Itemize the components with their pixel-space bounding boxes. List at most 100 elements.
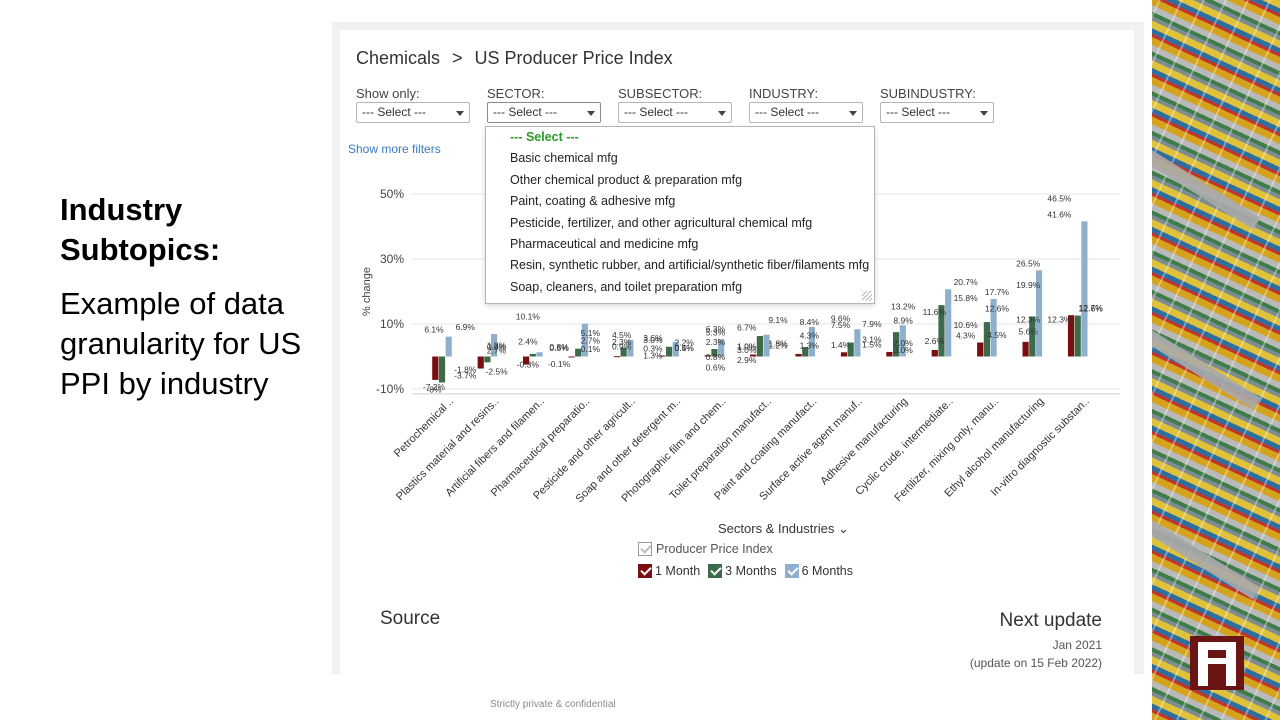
dropdown-option-other-chemical[interactable]: Other chemical product & preparation mfg <box>486 170 874 191</box>
data-label: 5.6% <box>1018 326 1038 336</box>
breadcrumb-item-chemicals[interactable]: Chemicals <box>356 48 440 69</box>
data-label: 9.1% <box>768 315 788 325</box>
data-label: 2.9% <box>737 355 757 365</box>
data-label: 6.1% <box>424 325 444 335</box>
resize-grip-icon[interactable] <box>862 291 872 301</box>
checkbox-icon <box>708 564 723 578</box>
bar-3-months[interactable] <box>484 356 491 363</box>
dropdown-option-basic-chemical[interactable]: Basic chemical mfg <box>486 148 874 169</box>
data-label: 0.3% <box>643 344 663 354</box>
subsector-label: SUBSECTOR: <box>618 86 703 101</box>
data-label: 3.0% <box>893 345 913 355</box>
data-label: 0.9% <box>612 342 632 352</box>
data-label: -8% <box>426 385 442 395</box>
y-tick-label: -10% <box>376 382 404 396</box>
data-label: 12.3% <box>1047 315 1072 325</box>
data-label: 3.0% <box>737 345 757 355</box>
bar-3-months[interactable] <box>529 353 536 357</box>
bar-1-month[interactable] <box>977 342 984 357</box>
bar-3-months[interactable] <box>756 336 763 357</box>
data-label: 1.5% <box>862 340 882 350</box>
sector-dropdown-list: --- Select --- Basic chemical mfg Other … <box>485 126 875 304</box>
bar-1-month[interactable] <box>613 356 621 358</box>
container-port-photo <box>1152 0 1280 720</box>
bar-3-months[interactable] <box>1074 315 1081 357</box>
bar-6-months[interactable] <box>1081 221 1088 357</box>
data-label: -1.8% <box>454 364 477 374</box>
dropdown-option-select[interactable]: --- Select --- <box>486 127 874 148</box>
data-label: 7.9% <box>862 319 882 329</box>
data-label: 8.4% <box>800 317 820 327</box>
legend-item-6-months[interactable]: 6 Months <box>784 564 854 578</box>
subsector-select[interactable]: --- Select --- <box>618 102 732 123</box>
industry-select[interactable]: --- Select --- <box>749 102 863 123</box>
chevron-down-icon <box>849 111 857 116</box>
y-tick-label: 30% <box>380 252 404 266</box>
legend-item-3-months[interactable]: 3 Months <box>708 564 777 578</box>
bar-3-months[interactable] <box>665 346 673 357</box>
bar-1-month[interactable] <box>432 356 439 380</box>
legend-producer-price-index[interactable]: Producer Price Index <box>638 542 773 556</box>
legend-series: 1 Month 3 Months 6 Months <box>638 564 853 578</box>
data-label: 1.4% <box>831 340 851 350</box>
dropdown-option-resin-rubber[interactable]: Resin, synthetic rubber, and artificial/… <box>486 255 874 276</box>
dropdown-option-pesticide-fertilizer[interactable]: Pesticide, fertilizer, and other agricul… <box>486 213 874 234</box>
dropdown-option-paint-coating[interactable]: Paint, coating & adhesive mfg <box>486 191 874 212</box>
bar-1-month[interactable] <box>477 356 484 369</box>
next-update-heading: Next update <box>999 610 1102 631</box>
data-label: 13.2% <box>891 302 916 312</box>
embedded-dashboard-screenshot: Chemicals > US Producer Price Index Show o… <box>332 22 1144 674</box>
data-label: 10.6% <box>954 320 979 330</box>
bar-6-months[interactable] <box>536 352 543 357</box>
bar-6-months[interactable] <box>445 336 452 357</box>
show-more-filters-link[interactable]: Show more filters <box>348 142 441 156</box>
show-only-select[interactable]: --- Select --- <box>356 102 470 123</box>
data-label: 6.7% <box>737 323 757 333</box>
bar-6-months[interactable] <box>945 289 952 357</box>
checkbox-icon <box>638 564 652 578</box>
data-label: 12.6% <box>1079 304 1104 314</box>
x-axis-title[interactable]: Sectors & Industries ⌄ <box>718 521 849 537</box>
bar-3-months[interactable] <box>438 356 446 383</box>
select-value: --- Select --- <box>624 105 688 119</box>
select-value: --- Select --- <box>755 105 819 119</box>
data-label: 46.5% <box>1047 193 1072 203</box>
bar-1-month[interactable] <box>1022 341 1029 357</box>
data-label: 0.8% <box>706 352 726 362</box>
data-label: 1.3% <box>800 340 820 350</box>
x-tick-label: Adhesive manufacturing <box>818 396 910 488</box>
data-label: 26.5% <box>1016 258 1041 268</box>
industry-label: INDUSTRY: <box>749 86 819 101</box>
data-label: 6.3% <box>706 324 726 334</box>
data-label: 4.5% <box>987 330 1007 340</box>
data-label: 4.3% <box>800 331 820 341</box>
bar-6-months[interactable] <box>854 329 861 357</box>
confidential-footer: Strictly private & confidential <box>490 699 616 710</box>
chevron-down-icon <box>980 111 988 116</box>
bar-1-month[interactable] <box>886 351 893 357</box>
data-label: -0.1% <box>548 359 571 369</box>
bar-1-month[interactable] <box>568 356 575 358</box>
bar-1-month[interactable] <box>795 353 802 357</box>
legend-label-6-months: 6 Months <box>801 564 854 578</box>
bar-1-month[interactable] <box>840 352 848 357</box>
legend-item-1-month[interactable]: 1 Month <box>638 564 700 578</box>
x-tick-label: In-vitro diagnostic substan.. <box>989 396 1092 499</box>
sector-select[interactable]: --- Select --- <box>487 102 601 123</box>
bar-1-month[interactable] <box>931 350 938 357</box>
data-label: 8.9% <box>893 316 913 326</box>
chevron-down-icon <box>587 111 595 116</box>
legend-label-3-months: 3 Months <box>725 564 777 578</box>
next-update-date: Jan 2021 <box>1052 638 1102 652</box>
data-label: -0.3% <box>517 359 540 369</box>
dropdown-option-soap-cleaners[interactable]: Soap, cleaners, and toilet preparation m… <box>486 277 874 298</box>
subindustry-select[interactable]: --- Select --- <box>880 102 994 123</box>
legend-main-label: Producer Price Index <box>656 542 773 556</box>
company-logo <box>1190 636 1244 690</box>
dropdown-option-pharmaceutical[interactable]: Pharmaceutical and medicine mfg <box>486 234 874 255</box>
data-label: 19.9% <box>1016 280 1041 290</box>
data-label: 20.7% <box>954 277 979 287</box>
data-label: 0.4% <box>674 343 694 353</box>
checkbox-icon <box>638 542 652 556</box>
data-label: 4.3% <box>956 331 976 341</box>
